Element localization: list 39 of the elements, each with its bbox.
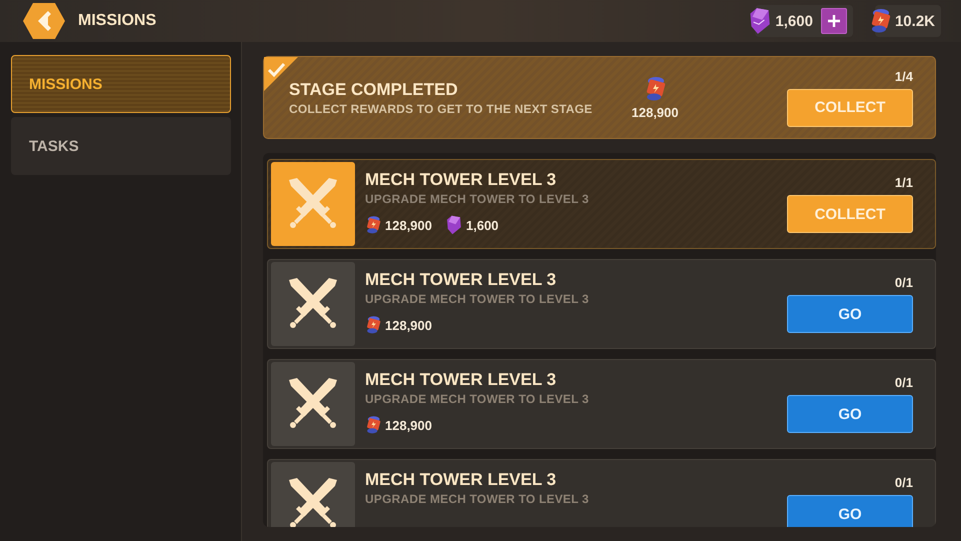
go-button[interactable]: GO <box>787 295 913 333</box>
mission-subtitle: UPGRADE MECH TOWER TO LEVEL 3 <box>365 392 590 406</box>
crystal-icon <box>446 215 462 235</box>
reward-amount: 1,600 <box>466 218 499 232</box>
mission-title: MECH TOWER LEVEL 3 <box>365 170 558 190</box>
reward-amount: 128,900 <box>385 218 432 232</box>
energy-can-icon <box>365 215 381 235</box>
sidebar-tab[interactable]: MISSIONS <box>11 55 231 113</box>
stage-title: STAGE COMPLETED <box>289 80 459 100</box>
mission-title: MECH TOWER LEVEL 3 <box>365 270 558 290</box>
collect-button[interactable]: COLLECT <box>787 88 913 126</box>
go-button[interactable]: GO <box>787 495 913 527</box>
progress-count: 1/1 <box>894 175 913 190</box>
mission-subtitle: UPGRADE MECH TOWER TO LEVEL 3 <box>365 292 590 306</box>
back-icon[interactable] <box>22 2 66 40</box>
energy-can-icon <box>365 315 381 335</box>
page-title: MISSIONS <box>78 12 156 30</box>
mission-subtitle: UPGRADE MECH TOWER TO LEVEL 3 <box>365 192 590 206</box>
mission-subtitle: UPGRADE MECH TOWER TO LEVEL 3 <box>365 492 590 506</box>
reward-amount: 128,900 <box>385 318 432 332</box>
progress-count: 0/1 <box>894 275 913 290</box>
crystal-icon <box>749 7 772 35</box>
reward-amount: 128,900 <box>632 105 678 120</box>
progress-count: 0/1 <box>894 475 913 490</box>
go-button[interactable]: GO <box>787 395 913 433</box>
mission-title: MECH TOWER LEVEL 3 <box>365 370 558 390</box>
collect-button[interactable]: COLLECT <box>787 195 913 233</box>
energy-can-icon <box>365 415 381 435</box>
stage-subtitle: COLLECT REWARDS TO GET TO THE NEXT STAGE <box>289 102 594 116</box>
reward-amount: 128,900 <box>385 418 432 432</box>
progress-count: 1/4 <box>894 68 913 84</box>
add-button[interactable] <box>820 8 847 34</box>
mission-title: MECH TOWER LEVEL 3 <box>365 470 558 490</box>
currency-amount: 10.2K <box>894 12 935 30</box>
plus-icon <box>828 15 840 27</box>
energy-can-icon <box>644 75 666 103</box>
progress-count: 0/1 <box>894 375 913 390</box>
currency-amount: 1,600 <box>775 12 813 30</box>
sidebar-tab[interactable]: TASKS <box>11 117 231 175</box>
